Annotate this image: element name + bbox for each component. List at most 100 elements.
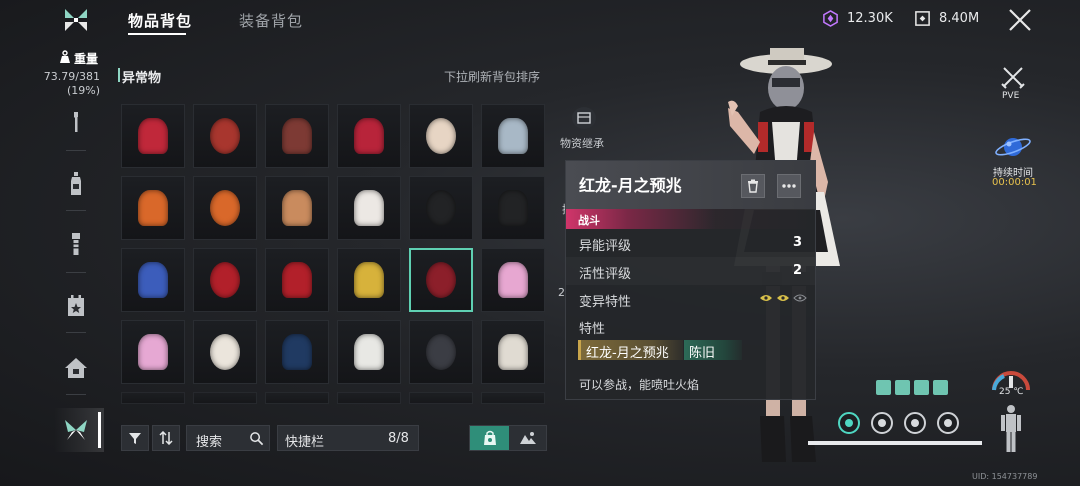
bunny-plush-icon xyxy=(426,118,456,154)
currency-gems: 12.30K xyxy=(822,10,893,27)
sidebar-item-events[interactable] xyxy=(62,292,90,320)
inventory-slot[interactable] xyxy=(481,248,545,312)
inventory-slot[interactable] xyxy=(409,248,473,312)
inventory-slot[interactable] xyxy=(265,320,329,384)
inventory-slot-partial[interactable] xyxy=(481,392,545,404)
view-landscape-button[interactable] xyxy=(509,426,547,450)
sidebar-divider xyxy=(66,210,86,211)
inventory-slot-partial[interactable] xyxy=(409,392,473,404)
sidebar-divider xyxy=(66,394,86,395)
buff-icon xyxy=(895,380,910,395)
inventory-slot-partial[interactable] xyxy=(337,392,401,404)
inventory-slot[interactable] xyxy=(481,320,545,384)
sidebar-item-anomalies[interactable] xyxy=(62,416,90,444)
tab-equipment-bag[interactable]: 装备背包 xyxy=(239,10,303,31)
inventory-slot-partial[interactable] xyxy=(121,392,185,404)
flashlight-icon xyxy=(72,233,80,255)
stat-label: 活性评级 xyxy=(579,267,632,282)
black-cat-a-icon xyxy=(426,190,456,226)
inventory-slot-partial[interactable] xyxy=(193,392,257,404)
crossed-swords-icon[interactable] xyxy=(1000,66,1026,90)
pink-feather-icon xyxy=(498,262,528,298)
sanity-icon xyxy=(937,412,959,434)
nutcracker-b-icon xyxy=(282,262,312,298)
blue-cat-plush-icon xyxy=(138,262,168,298)
more-icon xyxy=(782,184,796,188)
sidebar-item-consumables[interactable] xyxy=(62,170,90,198)
eye-icon xyxy=(760,295,772,301)
trait-chip: 陈旧 xyxy=(684,340,742,361)
stat-row: 活性评级 2 xyxy=(566,257,815,285)
stitched-doll-icon xyxy=(498,334,528,370)
buff-icon xyxy=(876,380,891,395)
quickbar-count: 8/8 xyxy=(388,431,409,446)
quickbar-button[interactable]: 快捷栏 8/8 xyxy=(277,425,419,451)
filter-button[interactable] xyxy=(121,425,149,451)
inventory-slot[interactable] xyxy=(193,104,257,168)
quickbar-label: 快捷栏 xyxy=(285,435,325,450)
inventory-slot[interactable] xyxy=(265,248,329,312)
mutation-eyes xyxy=(759,294,807,302)
close-icon[interactable] xyxy=(1006,6,1034,34)
status-circles xyxy=(838,412,959,434)
inventory-slot[interactable] xyxy=(265,104,329,168)
inventory-slot[interactable] xyxy=(337,248,401,312)
inventory-slot[interactable] xyxy=(409,104,473,168)
tab-item-bag[interactable]: 物品背包 xyxy=(128,10,192,31)
gingerbread-house-icon xyxy=(282,190,312,226)
inventory-slot[interactable] xyxy=(193,248,257,312)
hexagon-gem-icon xyxy=(823,10,838,27)
bottle-icon xyxy=(71,172,81,195)
inventory-slot[interactable] xyxy=(337,320,401,384)
bag-icon xyxy=(483,430,496,445)
leaf-pendant-icon xyxy=(282,118,312,154)
inventory-slot[interactable] xyxy=(121,320,185,384)
trait-chip-label: 陈旧 xyxy=(689,346,716,361)
sidebar-item-tools[interactable] xyxy=(62,108,90,136)
red-arrowhead-icon xyxy=(138,118,168,154)
sidebar-divider xyxy=(66,272,86,273)
view-bag-button[interactable] xyxy=(470,426,509,450)
inventory-slot[interactable] xyxy=(409,320,473,384)
inventory-slot[interactable] xyxy=(337,104,401,168)
inventory-slot[interactable] xyxy=(121,176,185,240)
eye-icon xyxy=(777,295,789,301)
stat-value: 3 xyxy=(792,235,802,250)
item-description: 可以参战，能喷吐火焰 xyxy=(579,378,700,392)
inherit-label: 物资继承 xyxy=(560,137,604,150)
search-label: 搜索 xyxy=(196,435,223,450)
gem-amount: 12.30K xyxy=(847,11,893,26)
inventory-slot[interactable] xyxy=(409,176,473,240)
refresh-hint: 下拉刷新背包排序 xyxy=(444,70,541,84)
inventory-slot[interactable] xyxy=(193,320,257,384)
sidebar-item-home[interactable] xyxy=(62,354,90,382)
sidebar-item-equipment[interactable] xyxy=(62,230,90,258)
buff-icon xyxy=(933,380,948,395)
box-head-figure-icon xyxy=(354,262,384,298)
inventory-slot[interactable] xyxy=(481,176,545,240)
buff-icons xyxy=(876,380,948,395)
bear-plush-icon xyxy=(498,118,528,154)
active-tab-underline xyxy=(128,33,186,35)
inventory-slot[interactable] xyxy=(337,176,401,240)
stat-label: 异能评级 xyxy=(579,239,632,254)
trash-icon xyxy=(748,179,758,193)
currency-coins: 8.40M xyxy=(914,10,979,27)
trait-label: 特性 xyxy=(579,322,606,337)
inventory-slot[interactable] xyxy=(481,104,545,168)
sort-button[interactable] xyxy=(152,425,180,451)
inventory-slot[interactable] xyxy=(265,176,329,240)
more-options-button[interactable] xyxy=(777,174,801,198)
hunger-icon xyxy=(871,412,893,434)
weight-icon xyxy=(60,50,70,63)
inventory-slot[interactable] xyxy=(121,248,185,312)
temperature-readout: 25 ℃ xyxy=(999,387,1024,397)
inventory-slot[interactable] xyxy=(121,104,185,168)
search-input[interactable]: 搜索 xyxy=(186,425,270,451)
inherit-button[interactable] xyxy=(572,107,596,129)
white-pouch-icon xyxy=(354,334,384,370)
weight-label: 重量 xyxy=(74,52,99,66)
inventory-slot[interactable] xyxy=(193,176,257,240)
inventory-slot-partial[interactable] xyxy=(265,392,329,404)
delete-button[interactable] xyxy=(741,174,765,198)
